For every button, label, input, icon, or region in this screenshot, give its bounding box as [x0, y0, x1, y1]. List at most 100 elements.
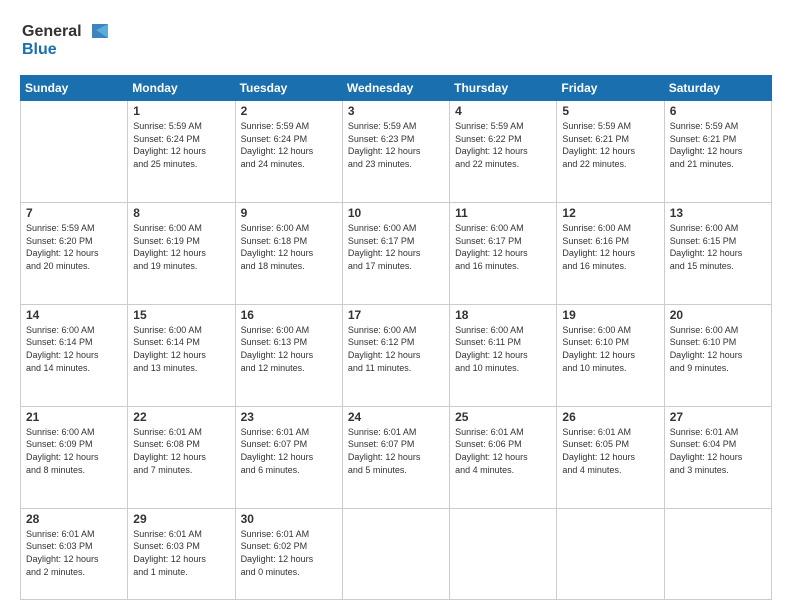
cell-details: Sunrise: 6:00 AM Sunset: 6:14 PM Dayligh… [133, 324, 229, 374]
day-number: 7 [26, 206, 122, 220]
header: General Blue [20, 16, 772, 65]
calendar-cell [664, 508, 771, 599]
calendar-cell: 11 Sunrise: 6:00 AM Sunset: 6:17 PM Dayli… [450, 202, 557, 304]
calendar-cell: 24 Sunrise: 6:01 AM Sunset: 6:07 PM Dayli… [342, 406, 449, 508]
calendar-cell: 7 Sunrise: 5:59 AM Sunset: 6:20 PM Daylig… [21, 202, 128, 304]
cell-details: Sunrise: 5:59 AM Sunset: 6:20 PM Dayligh… [26, 222, 122, 272]
week-row-4: 28Sunrise: 6:01 AM Sunset: 6:03 PM Dayli… [21, 508, 772, 599]
weekday-header-monday: Monday [128, 76, 235, 101]
cell-details: Sunrise: 6:01 AM Sunset: 6:03 PM Dayligh… [133, 528, 229, 578]
week-row-2: 14 Sunrise: 6:00 AM Sunset: 6:14 PM Dayli… [21, 304, 772, 406]
cell-details: Sunrise: 6:00 AM Sunset: 6:12 PM Dayligh… [348, 324, 444, 374]
calendar-cell: 2Sunrise: 5:59 AM Sunset: 6:24 PM Daylig… [235, 101, 342, 203]
calendar-cell: 18 Sunrise: 6:00 AM Sunset: 6:11 PM Dayli… [450, 304, 557, 406]
calendar-cell: 29 Sunrise: 6:01 AM Sunset: 6:03 PM Dayli… [128, 508, 235, 599]
cell-details: Sunrise: 6:01 AM Sunset: 6:06 PM Dayligh… [455, 426, 551, 476]
cell-details: Sunrise: 5:59 AM Sunset: 6:22 PM Dayligh… [455, 120, 551, 170]
week-row-0: 1 Sunrise: 5:59 AM Sunset: 6:24 PM Daylig… [21, 101, 772, 203]
cell-details: Sunrise: 6:00 AM Sunset: 6:19 PM Dayligh… [133, 222, 229, 272]
cell-details: Sunrise: 6:01 AM Sunset: 6:03 PM Dayligh… [26, 528, 122, 578]
day-number: 27 [670, 410, 766, 424]
day-number: 10 [348, 206, 444, 220]
cell-details: Sunrise: 6:00 AM Sunset: 6:17 PM Dayligh… [455, 222, 551, 272]
cell-details: Sunrise: 6:00 AM Sunset: 6:09 PM Dayligh… [26, 426, 122, 476]
cell-details: Sunrise: 6:00 AM Sunset: 6:13 PM Dayligh… [241, 324, 337, 374]
calendar-cell: 20 Sunrise: 6:00 AM Sunset: 6:10 PM Dayli… [664, 304, 771, 406]
week-row-3: 21 Sunrise: 6:00 AM Sunset: 6:09 PM Dayli… [21, 406, 772, 508]
cell-details: Sunrise: 6:00 AM Sunset: 6:18 PM Dayligh… [241, 222, 337, 272]
calendar-cell: 30Sunrise: 6:01 AM Sunset: 6:02 PM Dayli… [235, 508, 342, 599]
day-number: 3 [348, 104, 444, 118]
calendar-cell: 3 Sunrise: 5:59 AM Sunset: 6:23 PM Daylig… [342, 101, 449, 203]
weekday-header-thursday: Thursday [450, 76, 557, 101]
logo: General Blue [20, 16, 110, 65]
cell-details: Sunrise: 5:59 AM Sunset: 6:23 PM Dayligh… [348, 120, 444, 170]
day-number: 2 [241, 104, 337, 118]
day-number: 18 [455, 308, 551, 322]
day-number: 15 [133, 308, 229, 322]
cell-details: Sunrise: 6:01 AM Sunset: 6:02 PM Dayligh… [241, 528, 337, 578]
calendar-cell: 19Sunrise: 6:00 AM Sunset: 6:10 PM Dayli… [557, 304, 664, 406]
calendar-cell: 21 Sunrise: 6:00 AM Sunset: 6:09 PM Dayli… [21, 406, 128, 508]
day-number: 21 [26, 410, 122, 424]
day-number: 14 [26, 308, 122, 322]
day-number: 5 [562, 104, 658, 118]
cell-details: Sunrise: 6:01 AM Sunset: 6:08 PM Dayligh… [133, 426, 229, 476]
calendar-cell: 22 Sunrise: 6:01 AM Sunset: 6:08 PM Dayli… [128, 406, 235, 508]
cell-details: Sunrise: 6:01 AM Sunset: 6:04 PM Dayligh… [670, 426, 766, 476]
calendar-cell: 17 Sunrise: 6:00 AM Sunset: 6:12 PM Dayli… [342, 304, 449, 406]
day-number: 4 [455, 104, 551, 118]
calendar-cell: 25 Sunrise: 6:01 AM Sunset: 6:06 PM Dayli… [450, 406, 557, 508]
weekday-header-wednesday: Wednesday [342, 76, 449, 101]
cell-details: Sunrise: 6:00 AM Sunset: 6:10 PM Dayligh… [670, 324, 766, 374]
day-number: 26 [562, 410, 658, 424]
day-number: 6 [670, 104, 766, 118]
day-number: 1 [133, 104, 229, 118]
calendar-cell: 1 Sunrise: 5:59 AM Sunset: 6:24 PM Daylig… [128, 101, 235, 203]
calendar-cell: 4 Sunrise: 5:59 AM Sunset: 6:22 PM Daylig… [450, 101, 557, 203]
day-number: 8 [133, 206, 229, 220]
weekday-header-sunday: Sunday [21, 76, 128, 101]
cell-details: Sunrise: 5:59 AM Sunset: 6:24 PM Dayligh… [133, 120, 229, 170]
cell-details: Sunrise: 6:01 AM Sunset: 6:05 PM Dayligh… [562, 426, 658, 476]
cell-details: Sunrise: 6:01 AM Sunset: 6:07 PM Dayligh… [241, 426, 337, 476]
cell-details: Sunrise: 6:00 AM Sunset: 6:14 PM Dayligh… [26, 324, 122, 374]
cell-details: Sunrise: 6:01 AM Sunset: 6:07 PM Dayligh… [348, 426, 444, 476]
logo-text: General Blue [20, 16, 110, 65]
calendar-cell: 6 Sunrise: 5:59 AM Sunset: 6:21 PM Daylig… [664, 101, 771, 203]
day-number: 22 [133, 410, 229, 424]
calendar-cell [450, 508, 557, 599]
svg-text:Blue: Blue [22, 41, 57, 58]
weekday-header-saturday: Saturday [664, 76, 771, 101]
day-number: 11 [455, 206, 551, 220]
day-number: 12 [562, 206, 658, 220]
day-number: 29 [133, 512, 229, 526]
cell-details: Sunrise: 5:59 AM Sunset: 6:21 PM Dayligh… [670, 120, 766, 170]
calendar-cell [342, 508, 449, 599]
cell-details: Sunrise: 5:59 AM Sunset: 6:21 PM Dayligh… [562, 120, 658, 170]
calendar-cell: 10 Sunrise: 6:00 AM Sunset: 6:17 PM Dayli… [342, 202, 449, 304]
calendar-cell [557, 508, 664, 599]
cell-details: Sunrise: 6:00 AM Sunset: 6:17 PM Dayligh… [348, 222, 444, 272]
week-row-1: 7 Sunrise: 5:59 AM Sunset: 6:20 PM Daylig… [21, 202, 772, 304]
cell-details: Sunrise: 6:00 AM Sunset: 6:16 PM Dayligh… [562, 222, 658, 272]
weekday-header-friday: Friday [557, 76, 664, 101]
calendar-cell: 28Sunrise: 6:01 AM Sunset: 6:03 PM Dayli… [21, 508, 128, 599]
cell-details: Sunrise: 6:00 AM Sunset: 6:11 PM Dayligh… [455, 324, 551, 374]
calendar-cell: 8 Sunrise: 6:00 AM Sunset: 6:19 PM Daylig… [128, 202, 235, 304]
page: General Blue SundayMondayTuesdayWednesda… [0, 0, 792, 612]
day-number: 13 [670, 206, 766, 220]
calendar-cell: 26 Sunrise: 6:01 AM Sunset: 6:05 PM Dayli… [557, 406, 664, 508]
calendar-cell: 16Sunrise: 6:00 AM Sunset: 6:13 PM Dayli… [235, 304, 342, 406]
calendar-cell [21, 101, 128, 203]
calendar-cell: 15 Sunrise: 6:00 AM Sunset: 6:14 PM Dayli… [128, 304, 235, 406]
day-number: 23 [241, 410, 337, 424]
day-number: 24 [348, 410, 444, 424]
calendar-cell: 27 Sunrise: 6:01 AM Sunset: 6:04 PM Dayli… [664, 406, 771, 508]
day-number: 17 [348, 308, 444, 322]
day-number: 25 [455, 410, 551, 424]
calendar-cell: 14 Sunrise: 6:00 AM Sunset: 6:14 PM Dayli… [21, 304, 128, 406]
day-number: 20 [670, 308, 766, 322]
calendar-cell: 12 Sunrise: 6:00 AM Sunset: 6:16 PM Dayli… [557, 202, 664, 304]
day-number: 19 [562, 308, 658, 322]
